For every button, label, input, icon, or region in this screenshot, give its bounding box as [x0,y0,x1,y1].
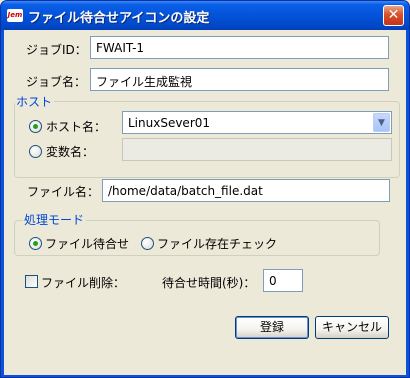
file-wait-label: ファイル待合せ [45,237,130,251]
chevron-down-icon[interactable]: ▼ [373,113,390,132]
mode-group-title: 処理モード [23,211,87,228]
variable-name-radio[interactable] [29,145,42,158]
title-bar[interactable]: Jem ファイル待合せアイコンの設定 ✕ [1,1,409,30]
job-name-label: ジョブ名： [26,75,87,89]
file-exists-check-radio[interactable] [141,237,154,250]
window-title: ファイル待合せアイコンの設定 [28,11,210,26]
host-name-select[interactable]: LinuxSever01 ▼ [122,111,392,134]
wait-time-input[interactable]: 0 [263,269,303,292]
variable-name-input[interactable] [122,138,392,161]
close-icon: ✕ [387,7,400,23]
file-delete-checkbox[interactable] [25,275,38,288]
app-icon: Jem [7,9,23,22]
cancel-button[interactable]: キャンセル [315,316,389,339]
file-name-input[interactable]: /home/data/batch_file.dat [102,179,390,202]
job-id-input[interactable]: FWAIT-1 [90,36,389,59]
host-name-value: LinuxSever01 [128,116,211,130]
file-exists-check-label: ファイル存在チェック [157,237,278,251]
file-name-label: ファイル名： [27,185,100,199]
host-group-title: ホスト [15,93,55,110]
host-name-label: ホスト名： [46,120,107,134]
job-name-input[interactable]: ファイル生成監視 [90,68,389,91]
wait-time-label: 待合せ時間(秒)： [162,276,256,290]
file-delete-label: ファイル削除： [41,276,126,290]
dialog-window: Jem ファイル待合せアイコンの設定 ✕ ジョブID： FWAIT-1 ジョブ名… [0,0,410,378]
register-button[interactable]: 登録 [235,316,309,339]
job-id-label: ジョブID： [26,43,87,57]
close-button[interactable]: ✕ [383,5,404,26]
variable-name-label: 変数名： [46,145,95,159]
dialog-body: ジョブID： FWAIT-1 ジョブ名： ファイル生成監視 ホスト ホスト名： … [4,30,406,375]
host-name-radio[interactable] [29,120,42,133]
file-wait-radio[interactable] [29,237,42,250]
